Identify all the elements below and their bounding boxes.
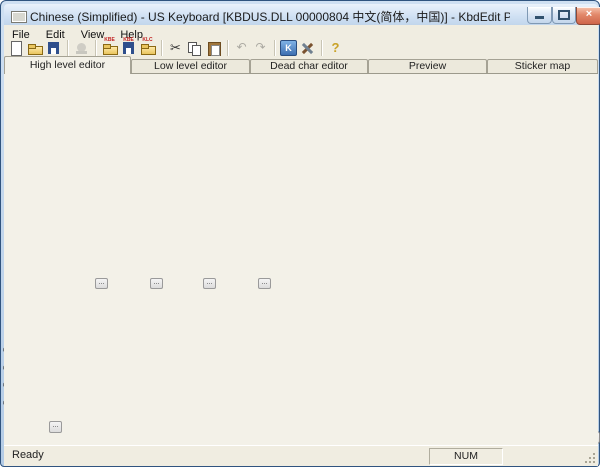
toolbar-separator — [95, 40, 96, 56]
toolbar-separator — [67, 40, 68, 56]
toolbar-separator — [227, 40, 228, 56]
editor-area — [4, 73, 598, 445]
copy-icon[interactable] — [186, 40, 203, 56]
status-bar: Ready NUM — [4, 444, 598, 466]
tab-preview[interactable]: Preview — [368, 59, 487, 73]
close-button[interactable]: × — [576, 7, 600, 25]
ellipsis-button-sh[interactable]: ... — [150, 278, 163, 289]
open-klc-label: KLC — [139, 37, 156, 43]
save-kbe-label: KBE — [120, 37, 137, 43]
num-lock-indicator: NUM — [429, 448, 503, 465]
char-code-ellipsis-button[interactable]: ... — [49, 421, 62, 433]
toolbar-separator — [321, 40, 322, 56]
resize-grip[interactable] — [583, 451, 596, 464]
new-file-icon[interactable] — [7, 40, 24, 56]
tab-sticker-map[interactable]: Sticker map — [487, 59, 598, 73]
keyboard-layout-icon[interactable]: K — [280, 40, 297, 56]
tab-high-level-editor[interactable]: High level editor — [4, 56, 131, 74]
menu-bar: FileEditViewHelp — [4, 25, 598, 39]
toolbar-separator — [161, 40, 162, 56]
help-icon[interactable]: ? — [327, 40, 344, 56]
open-kbe-icon[interactable]: KBE — [101, 40, 118, 56]
title-bar[interactable]: Chinese (Simplified) - US Keyboard [KBDU… — [4, 4, 598, 25]
status-message: Ready — [12, 449, 44, 461]
import-icon — [73, 40, 90, 56]
open-file-icon[interactable] — [26, 40, 43, 56]
toolbar-separator — [274, 40, 275, 56]
tab-low-level-editor[interactable]: Low level editor — [131, 59, 250, 73]
redo-icon: ↷ — [252, 40, 269, 56]
save-file-icon[interactable] — [45, 40, 62, 56]
open-klc-icon[interactable]: KLC — [139, 40, 156, 56]
open-kbe-label: KBE — [101, 37, 118, 43]
app-icon — [11, 11, 27, 23]
tab-strip: High level editorLow level editorDead ch… — [4, 56, 598, 73]
tools-icon[interactable] — [299, 40, 316, 56]
minimize-button[interactable] — [527, 7, 552, 24]
undo-icon: ↶ — [233, 40, 250, 56]
maximize-button[interactable] — [552, 7, 576, 24]
ellipsis-button-shct[interactable]: ... — [258, 278, 271, 289]
app-window: Chinese (Simplified) - US Keyboard [KBDU… — [0, 0, 600, 467]
window-title: Chinese (Simplified) - US Keyboard [KBDU… — [30, 8, 510, 25]
save-kbe-icon[interactable]: KBE — [120, 40, 137, 56]
ellipsis-button-ct[interactable]: ... — [203, 278, 216, 289]
tab-dead-char-editor[interactable]: Dead char editor — [250, 59, 368, 73]
cut-icon[interactable]: ✂ — [167, 40, 184, 56]
paste-icon[interactable] — [205, 40, 222, 56]
ellipsis-button-base[interactable]: ... — [95, 278, 108, 289]
